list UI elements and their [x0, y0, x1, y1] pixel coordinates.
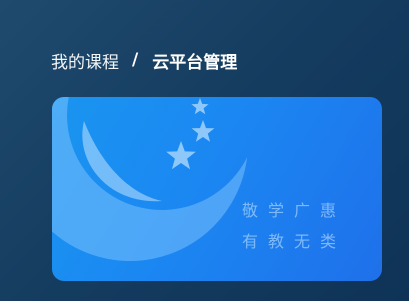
breadcrumb-my-courses-link[interactable]: 我的课程	[51, 48, 119, 73]
breadcrumb-separator: /	[132, 50, 139, 70]
breadcrumb-current-page: 云平台管理	[152, 52, 238, 73]
breadcrumb: 我的课程 / 云平台管理	[51, 48, 238, 73]
card-motto-line-2: 有教无类	[242, 232, 347, 251]
card-motto-line-1: 敬学广惠	[242, 201, 347, 220]
course-card[interactable]: 敬学广惠 有教无类	[52, 97, 382, 281]
moon-stars-logo-icon	[52, 97, 248, 261]
